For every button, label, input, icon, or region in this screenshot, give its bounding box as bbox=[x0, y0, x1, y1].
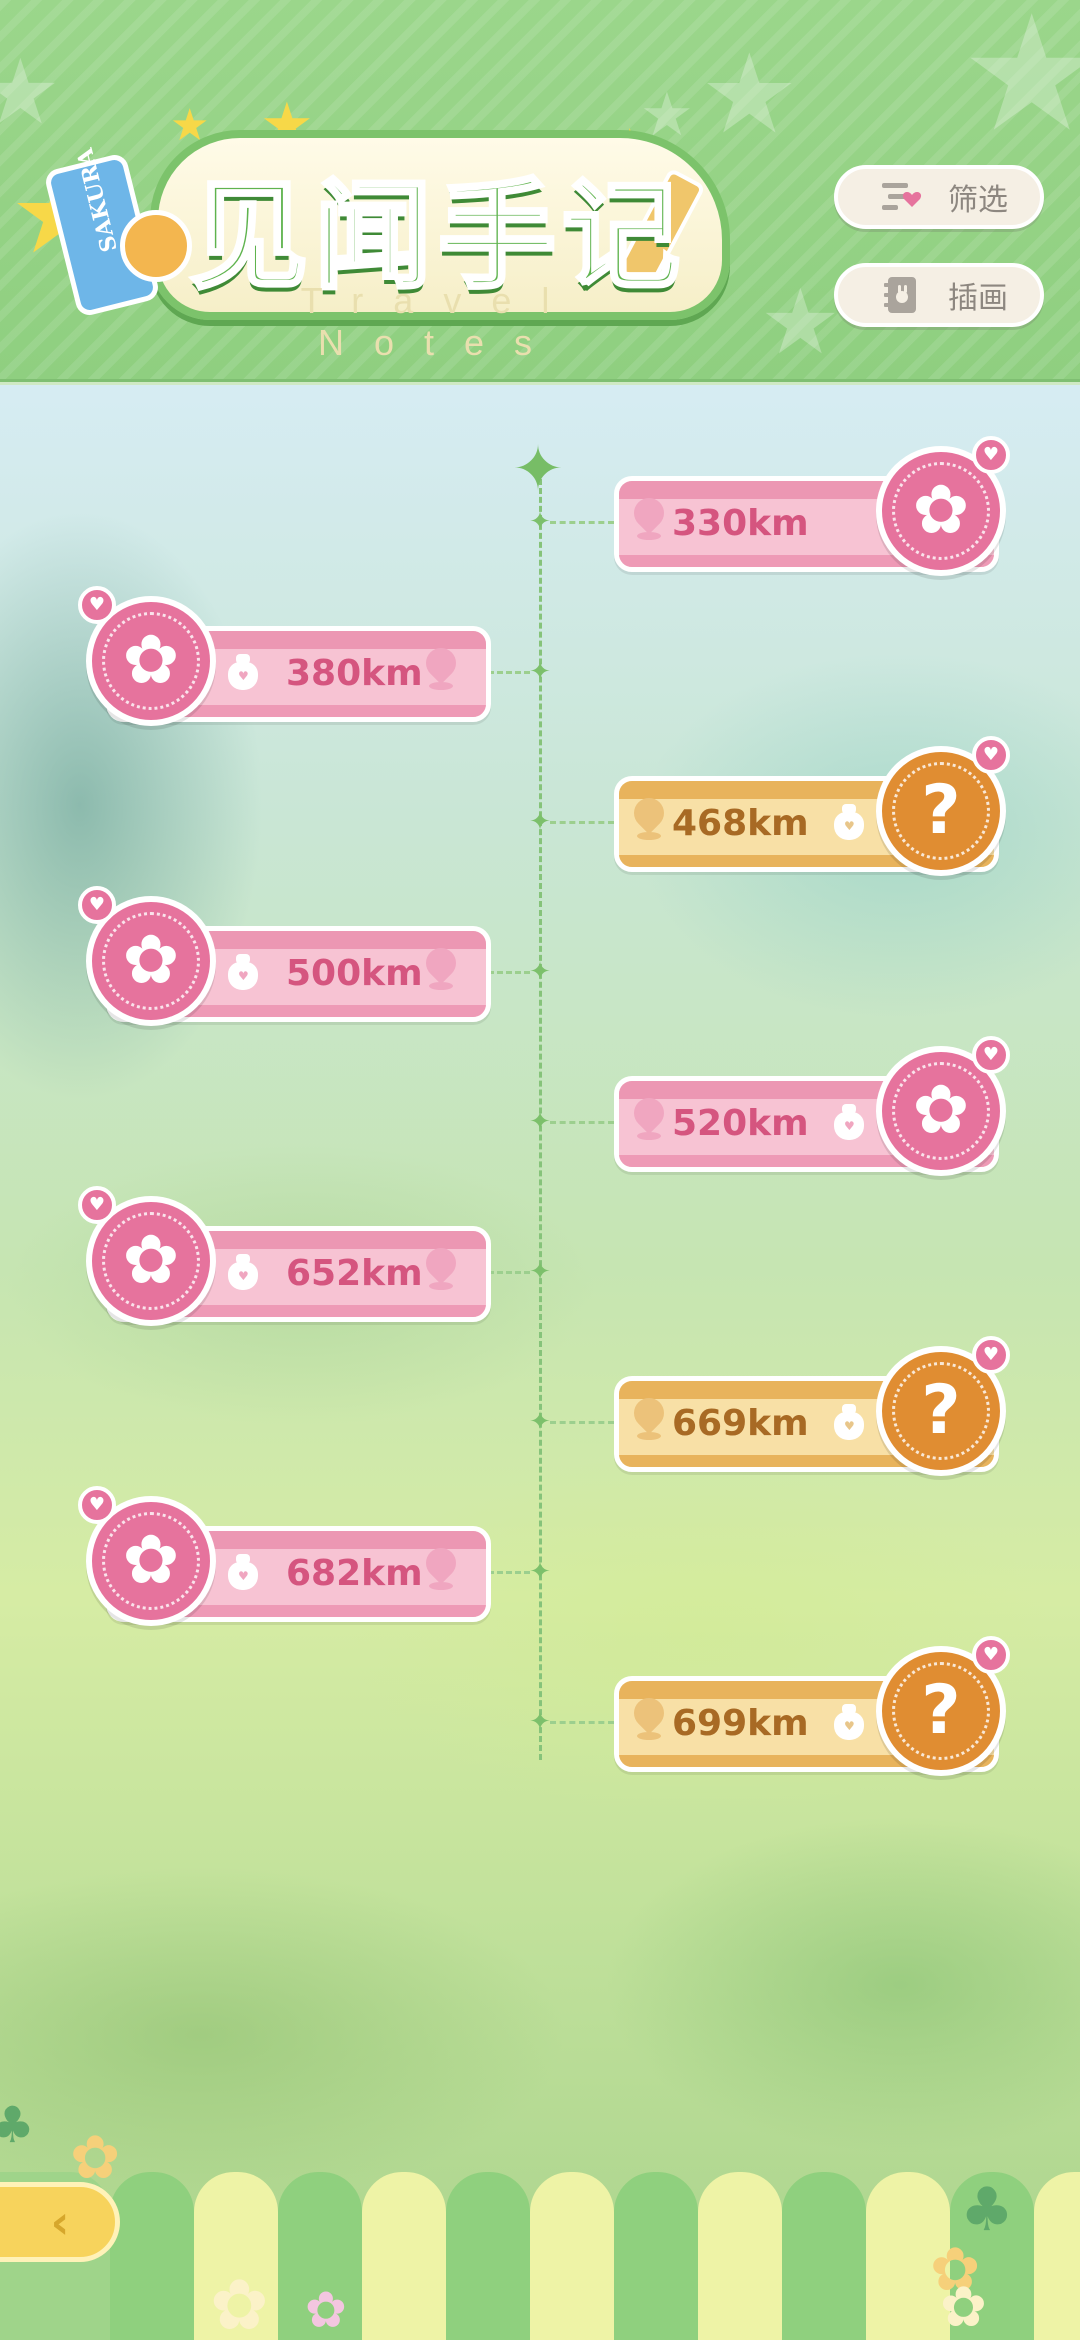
heart-icon: ♥ bbox=[78, 1186, 116, 1224]
fence-picket bbox=[110, 2172, 194, 2340]
pouch-icon: ♥ bbox=[226, 1252, 260, 1290]
timeline-connector bbox=[550, 1121, 614, 1124]
map-pin-icon bbox=[627, 1391, 671, 1442]
bottom-fence bbox=[0, 2172, 1080, 2340]
fence-picket bbox=[614, 2172, 698, 2340]
heart-icon: ♥ bbox=[972, 1636, 1010, 1674]
mascot-face-icon bbox=[120, 210, 192, 282]
entry-distance: 500km bbox=[286, 953, 423, 994]
heart-icon: ♥ bbox=[972, 736, 1010, 774]
timeline-node-icon: ✦ bbox=[529, 1407, 551, 1437]
pouch-icon: ♥ bbox=[832, 802, 866, 840]
map-pin-icon bbox=[419, 641, 463, 692]
fence-picket bbox=[782, 2172, 866, 2340]
map-pin-icon bbox=[627, 791, 671, 842]
illustration-button-label: 插画 bbox=[948, 281, 1008, 316]
daisy-flower-icon: ✿ bbox=[940, 2275, 987, 2340]
map-pin-icon bbox=[627, 1091, 671, 1142]
timeline-node-icon: ✦ bbox=[529, 957, 551, 987]
clover-icon: ♣ bbox=[960, 2175, 1014, 2245]
filter-button-label: 筛选 bbox=[948, 183, 1008, 218]
heart-icon: ♥ bbox=[972, 1336, 1010, 1374]
filter-list-heart-icon bbox=[874, 177, 926, 217]
entry-distance: 669km bbox=[672, 1403, 809, 1444]
fence-picket bbox=[530, 2172, 614, 2340]
clover-icon: ♣ bbox=[0, 2096, 35, 2154]
entry-distance: 699km bbox=[672, 1703, 809, 1744]
timeline-node-icon: ✦ bbox=[529, 1107, 551, 1137]
illustration-button[interactable]: 插画 bbox=[834, 263, 1044, 327]
pouch-icon: ♥ bbox=[832, 1102, 866, 1140]
timeline-node-icon: ✦ bbox=[529, 1707, 551, 1737]
daisy-flower-icon: ✿ bbox=[70, 2123, 121, 2193]
pouch-icon: ♥ bbox=[226, 952, 260, 990]
fence-picket bbox=[1034, 2172, 1080, 2340]
pouch-icon: ♥ bbox=[832, 1702, 866, 1740]
entry-distance: 520km bbox=[672, 1103, 809, 1144]
timeline-connector bbox=[550, 821, 614, 824]
travel-note-entry[interactable]: 669km ♥ ? ♥ bbox=[614, 1336, 1024, 1486]
entry-distance: 652km bbox=[286, 1253, 423, 1294]
pouch-icon: ♥ bbox=[832, 1402, 866, 1440]
pouch-icon: ♥ bbox=[226, 1552, 260, 1590]
heart-icon: ♥ bbox=[972, 1036, 1010, 1074]
timeline-connector bbox=[550, 521, 614, 524]
fence-picket bbox=[698, 2172, 782, 2340]
timeline-node-icon: ✦ bbox=[529, 1557, 551, 1587]
timeline-top-sparkle-icon: ✦ bbox=[512, 432, 564, 505]
back-button[interactable]: ‹ bbox=[0, 2182, 120, 2262]
travel-note-entry[interactable]: 520km ♥ ✿ ♥ bbox=[614, 1036, 1024, 1186]
timeline-connector bbox=[550, 1721, 614, 1724]
sakura-tag-text: SAKURA bbox=[72, 145, 123, 255]
heart-icon: ♥ bbox=[78, 586, 116, 624]
travel-note-entry[interactable]: 699km ♥ ? ♥ bbox=[614, 1636, 1024, 1786]
heart-icon: ♥ bbox=[78, 1486, 116, 1524]
heart-icon: ♥ bbox=[972, 436, 1010, 474]
timeline-connector bbox=[550, 1421, 614, 1424]
filter-button[interactable]: 筛选 bbox=[834, 165, 1044, 229]
timeline-node-icon: ✦ bbox=[529, 657, 551, 687]
travel-note-entry[interactable]: 330km ✿ ♥ bbox=[614, 436, 1024, 586]
travel-notes-logo: ★ ★ ★ ★ SAKURA 见闻手记 Travel Notes bbox=[10, 90, 750, 363]
pouch-icon: ♥ bbox=[226, 652, 260, 690]
travel-note-entry[interactable]: ♥ 380km ✿ ♥ bbox=[78, 586, 496, 736]
travel-note-entry[interactable]: ♥ 500km ✿ ♥ bbox=[78, 886, 496, 1036]
daisy-flower-icon: ✿ bbox=[210, 2264, 269, 2340]
map-pin-icon bbox=[419, 941, 463, 992]
travel-note-entry[interactable]: ♥ 682km ✿ ♥ bbox=[78, 1486, 496, 1636]
back-arrow-icon: ‹ bbox=[50, 2195, 70, 2249]
map-pin-icon bbox=[627, 491, 671, 542]
decor-star-icon: ★ bbox=[960, 0, 1080, 167]
header-bar: ★ ★ ★ ★ ★ ★ ★ ★ ★ SAKURA 见闻手记 Travel Not… bbox=[0, 0, 1080, 382]
travel-note-entry[interactable]: ♥ 652km ✿ ♥ bbox=[78, 1186, 496, 1336]
entry-distance: 330km bbox=[672, 503, 809, 544]
heart-icon: ♥ bbox=[78, 886, 116, 924]
map-pin-icon bbox=[419, 1541, 463, 1592]
illustration-book-icon bbox=[874, 275, 926, 315]
fence-picket bbox=[446, 2172, 530, 2340]
page-subtitle: Travel Notes bbox=[300, 280, 580, 363]
entry-distance: 682km bbox=[286, 1553, 423, 1594]
timeline-node-icon: ✦ bbox=[529, 807, 551, 837]
decor-star-icon: ★ bbox=[760, 270, 841, 375]
map-pin-icon bbox=[419, 1241, 463, 1292]
travel-note-entry[interactable]: 468km ♥ ? ♥ bbox=[614, 736, 1024, 886]
entry-distance: 380km bbox=[286, 653, 423, 694]
timeline-node-icon: ✦ bbox=[529, 507, 551, 537]
daisy-flower-icon: ✿ bbox=[305, 2281, 347, 2339]
fence-picket bbox=[362, 2172, 446, 2340]
entry-distance: 468km bbox=[672, 803, 809, 844]
timeline-node-icon: ✦ bbox=[529, 1257, 551, 1287]
map-pin-icon bbox=[627, 1691, 671, 1742]
